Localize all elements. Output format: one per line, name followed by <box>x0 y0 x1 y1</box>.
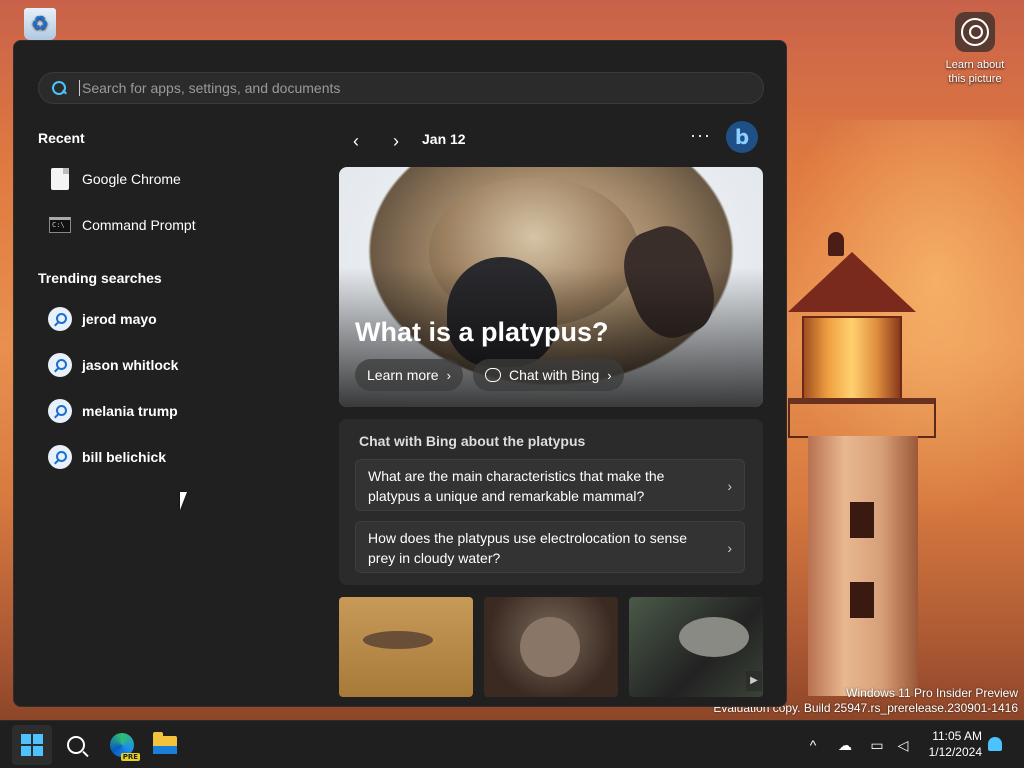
clock-time: 11:05 AM <box>932 729 982 743</box>
hero-card[interactable]: What is a platypus? Learn more › Chat wi… <box>339 167 763 407</box>
trending-search-icon <box>48 353 72 377</box>
camera-icon <box>955 12 995 52</box>
thumbnail-platypus-log[interactable] <box>629 597 763 697</box>
search-icon <box>67 736 85 754</box>
recent-title: Recent <box>38 130 85 146</box>
chat-with-bing-label: Chat with Bing <box>509 367 600 383</box>
show-hidden-icons-button[interactable]: ^ <box>803 735 823 755</box>
search-panel: Recent Google Chrome C:\ Command Prompt … <box>13 40 787 707</box>
scroll-right-icon[interactable]: ▶ <box>746 671 762 691</box>
bing-icon: b <box>734 125 750 149</box>
recycle-bin-desktop-icon[interactable]: ♻ <box>20 8 60 44</box>
notification-bell-icon[interactable] <box>988 737 1002 751</box>
trending-search-icon <box>48 307 72 331</box>
search-icon <box>51 80 67 96</box>
taskbar: PRE ^ ☁ ▭ ◁ 11:05 AM 1/12/2024 <box>0 720 1024 768</box>
chevron-right-icon: › <box>727 540 732 556</box>
search-input[interactable] <box>79 80 719 96</box>
chat-question-2[interactable]: How does the platypus use electrolocatio… <box>355 521 745 573</box>
file-icon <box>48 167 72 191</box>
chevron-left-icon: ‹ <box>353 130 359 151</box>
trending-item-label: bill belichick <box>82 449 167 465</box>
chevron-up-icon: ^ <box>809 737 817 753</box>
hero-title: What is a platypus? <box>355 317 609 347</box>
search-box[interactable] <box>38 72 764 104</box>
recent-item-chrome[interactable]: Google Chrome <box>38 159 318 199</box>
trending-item-label: jason whitlock <box>82 357 179 373</box>
learn-more-label: Learn more <box>367 367 439 383</box>
chat-with-bing-button[interactable]: Chat with Bing › <box>473 359 624 391</box>
chevron-right-icon: › <box>446 367 451 383</box>
learn-about-picture-shortcut[interactable]: Learn about this picture <box>938 12 1012 86</box>
trending-search-icon <box>48 399 72 423</box>
wallpaper-lighthouse <box>788 232 938 696</box>
windows-logo-icon <box>21 734 43 756</box>
recent-item-label: Google Chrome <box>82 171 181 187</box>
chat-question-1[interactable]: What are the main characteristics that m… <box>355 459 745 511</box>
trending-search-icon <box>48 445 72 469</box>
recycle-bin-icon: ♻ <box>24 8 56 40</box>
chat-card-title: Chat with Bing about the platypus <box>359 433 586 449</box>
volume-muted-icon[interactable]: ◁ <box>893 735 913 755</box>
recent-item-command-prompt[interactable]: C:\ Command Prompt <box>38 205 318 245</box>
clock-date: 1/12/2024 <box>928 745 982 759</box>
recent-item-label: Command Prompt <box>82 217 196 233</box>
trending-item-label: jerod mayo <box>82 311 157 327</box>
chat-card: Chat with Bing about the platypus What a… <box>339 419 763 585</box>
trending-item-bill-belichick[interactable]: bill belichick <box>38 437 318 477</box>
chat-question-text: How does the platypus use electrolocatio… <box>368 530 688 566</box>
edge-icon: PRE <box>110 733 140 761</box>
trending-item-label: melania trump <box>82 403 178 419</box>
onedrive-icon[interactable]: ☁ <box>835 735 855 755</box>
chat-question-text: What are the main characteristics that m… <box>368 468 665 504</box>
start-button[interactable] <box>12 725 52 765</box>
thumbnail-platypus-swimming[interactable] <box>339 597 473 697</box>
more-options-button[interactable]: ··· <box>690 125 711 146</box>
previous-day-button[interactable]: ‹ <box>342 127 370 155</box>
edge-taskbar-button[interactable]: PRE <box>102 725 142 765</box>
trending-item-jason-whitlock[interactable]: jason whitlock <box>38 345 318 385</box>
trending-title: Trending searches <box>38 270 162 286</box>
highlight-date: Jan 12 <box>422 131 466 147</box>
trending-item-jerod-mayo[interactable]: jerod mayo <box>38 299 318 339</box>
trending-item-melania-trump[interactable]: melania trump <box>38 391 318 431</box>
learn-about-picture-label: Learn about this picture <box>945 59 1005 85</box>
cmd-icon: C:\ <box>48 213 72 237</box>
chevron-right-icon: › <box>607 367 612 383</box>
network-icon[interactable]: ▭ <box>867 735 887 755</box>
next-day-button[interactable]: › <box>382 127 410 155</box>
file-explorer-taskbar-button[interactable] <box>145 725 185 765</box>
folder-icon <box>153 732 177 754</box>
thumbnail-platypus-held[interactable] <box>484 597 618 697</box>
chat-bubble-icon <box>485 368 501 382</box>
bing-button[interactable]: b <box>726 121 758 153</box>
chevron-right-icon: › <box>727 478 732 494</box>
system-clock[interactable]: 11:05 AM 1/12/2024 <box>918 728 982 760</box>
taskbar-search-button[interactable] <box>56 725 96 765</box>
mouse-cursor-icon <box>180 492 187 510</box>
chevron-right-icon: › <box>393 130 399 151</box>
learn-more-button[interactable]: Learn more › <box>355 359 463 391</box>
